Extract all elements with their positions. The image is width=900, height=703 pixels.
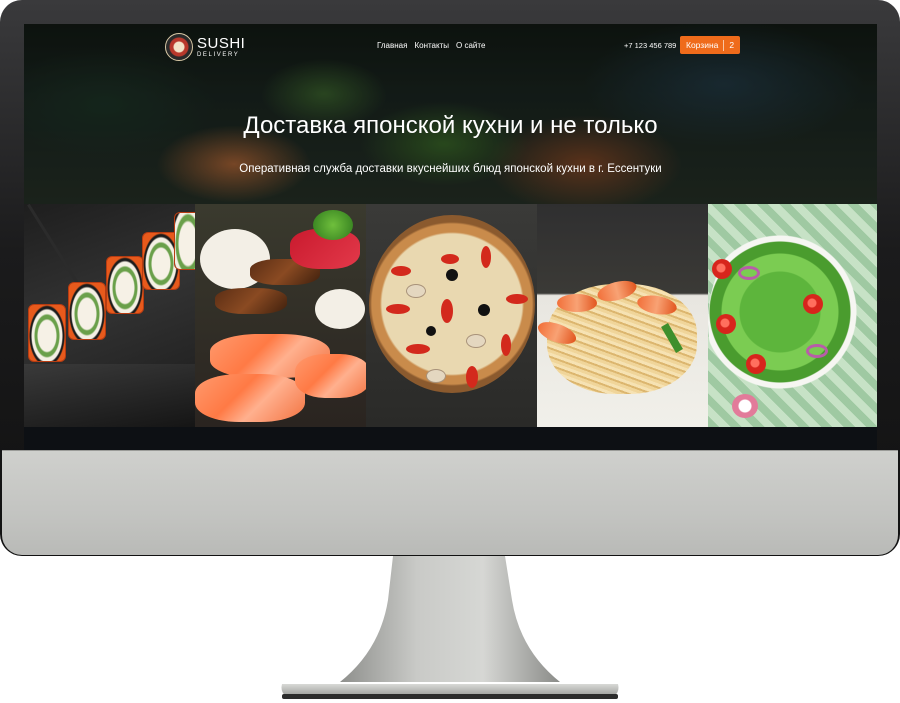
mushroom-slice [406,284,426,298]
main-menu: Главная Контакты О сайте [377,41,485,50]
olive [426,326,436,336]
herb-garnish [313,210,353,240]
pepper-slice [466,366,478,388]
tomato-slice [746,354,766,374]
sushi-rolls-image[interactable] [24,204,195,427]
tomato-slice [716,314,736,334]
roll-piece [174,212,195,270]
screen-bottom-strip [24,427,877,450]
pepper-slice [501,334,511,356]
phone-number[interactable]: +7 123 456 789 [624,41,676,50]
radish-slice [732,394,758,418]
pepper-slice [406,344,430,354]
salmon-piece [295,354,366,398]
site-logo[interactable]: SUSHI DELIVERY [165,32,245,62]
nav-link-home[interactable]: Главная [377,41,407,50]
mushroom-slice [466,334,486,348]
logo-title: SUSHI [197,35,246,52]
pepper-slice [386,304,410,314]
pepper-slice [391,266,411,276]
monitor-screen: SUSHI DELIVERY Главная Контакты О сайте … [24,24,877,450]
pepper-slice [441,254,459,264]
cart-label: Корзина [686,40,719,50]
olive [478,304,490,316]
food-gallery [24,204,877,427]
hero-subtitle: Оперативная служба доставки вкуснейших б… [239,163,662,175]
cart-divider [723,39,725,51]
nav-link-about[interactable]: О сайте [456,41,485,50]
onion-ring [738,266,760,280]
logo-subtitle: DELIVERY [197,52,240,58]
roll-piece [106,256,144,314]
nigiri-sushi-image[interactable] [195,204,366,427]
site-header: SUSHI DELIVERY Главная Контакты О сайте … [24,24,877,72]
cart-button[interactable]: Корзина 2 [680,36,741,54]
hero-title: Доставка японской кухни и не только [243,112,658,139]
roll-piece [28,304,66,362]
olive [446,269,458,281]
pepper-slice [506,294,528,304]
monitor-chin [2,450,898,555]
tomato-slice [712,259,732,279]
pepper-slice [481,246,491,268]
hero-banner: SUSHI DELIVERY Главная Контакты О сайте … [24,24,877,204]
mushroom-slice [426,369,446,383]
shrimp [557,294,597,312]
pizza-image[interactable] [366,204,537,427]
salmon-piece [195,374,305,422]
tomato-slice [803,294,823,314]
slate-board [24,364,195,427]
onion-ring [806,344,828,358]
sushi-logo-icon [165,33,193,61]
shrimp-noodles-image[interactable] [537,204,708,427]
nav-link-contacts[interactable]: Контакты [414,41,449,50]
eel-piece [215,288,287,314]
salad-image[interactable] [708,204,877,427]
roll-piece [68,282,106,340]
cart-count-badge: 2 [729,40,735,50]
rice-ball [315,289,365,329]
pepper-slice [441,299,453,323]
